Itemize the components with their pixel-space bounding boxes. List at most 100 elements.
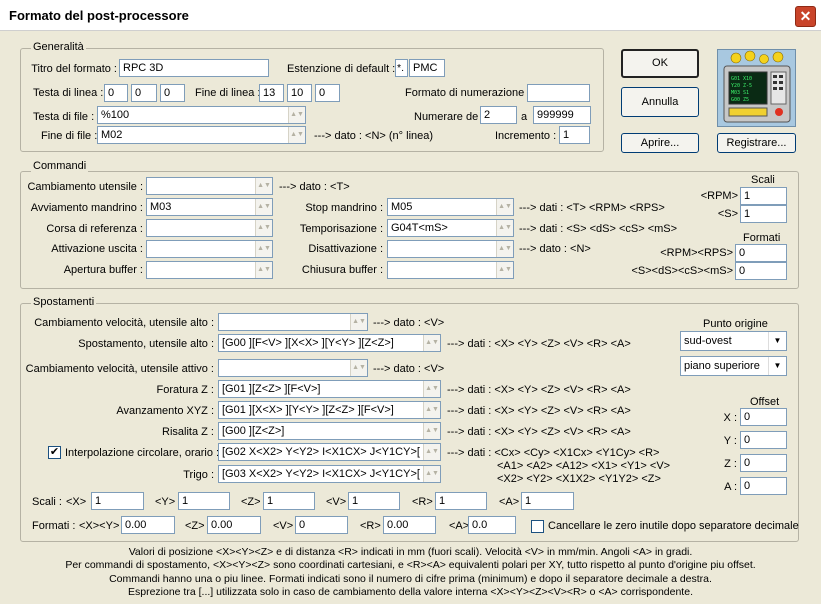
line-head-3[interactable]: 0 [160,84,185,102]
line-end-1[interactable]: 13 [259,84,284,102]
number-to-label: a [521,111,528,123]
format-xy-label: <X><Y> [79,520,120,532]
format-xy-input[interactable]: 0.00 [121,516,175,534]
out-on-label: Attivazione uscita : [51,243,143,255]
circular-interp-checkbox[interactable]: ✔ [48,446,61,459]
dropdown-arrow-icon[interactable]: ▲▼ [496,262,513,278]
plane-select[interactable]: piano superiore ▼ [680,356,787,376]
line-end-2[interactable]: 10 [287,84,312,102]
dropdown-arrow-icon[interactable]: ▲▼ [255,241,272,257]
cancel-zero-checkbox[interactable] [531,520,544,533]
scale-r-input[interactable]: 1 [435,492,487,510]
spindle-start-input[interactable]: M03 ▲▼ [146,198,273,216]
scale-a-input[interactable]: 1 [521,492,574,510]
line-head-1[interactable]: 0 [104,84,128,102]
dropdown-arrow-icon[interactable]: ▲▼ [423,402,440,418]
advance-hint: ---> dati : <X> <Y> <Z> <V> <R> <A> [447,405,631,417]
buffer-close-input[interactable]: ▲▼ [387,261,514,279]
out-off-input[interactable]: ▲▼ [387,240,514,258]
sds-format-label: <S><dS><cS><mS> [631,265,733,277]
scale-y-input[interactable]: 1 [178,492,230,510]
numbering-input[interactable] [527,84,590,102]
move-high-input[interactable]: [G00 ][F<V> ][X<X> ][Y<Y> ][Z<Z>] ▲▼ [218,334,441,352]
dropdown-arrow-icon[interactable]: ▲▼ [496,199,513,215]
format-r-input[interactable]: 0.00 [383,516,436,534]
spindle-hint: ---> dati : <T> <RPM> <RPS> [519,202,665,214]
line-head-2[interactable]: 0 [131,84,157,102]
dropdown-arrow-icon[interactable]: ▲▼ [255,262,272,278]
dropdown-arrow-icon[interactable]: ▲▼ [288,107,305,123]
dropdown-arrow-icon[interactable]: ▲▼ [255,199,272,215]
offset-z-label: Z : [724,458,737,470]
rpm-scale-input[interactable]: 1 [740,187,787,205]
scale-v-label: <V> [326,496,347,508]
format-title-input[interactable]: RPC 3D [119,59,269,77]
increment-input[interactable]: 1 [559,126,590,144]
dropdown-arrow-icon[interactable]: ▲▼ [423,466,440,482]
line-end-3[interactable]: 0 [315,84,340,102]
open-button[interactable]: Aprire... [621,133,699,153]
rise-hint: ---> dati : <X> <Y> <Z> <V> <R> <A> [447,426,631,438]
rpm-scale-label: <RPM> [700,190,738,202]
s-scale-label: <S> [717,208,738,220]
ref-input[interactable]: ▲▼ [146,219,273,237]
format-a-input[interactable]: 0.0 [468,516,516,534]
sds-format-input[interactable]: 0 [735,262,787,280]
circular-hint-3: <X2> <Y2> <X1X2> <Y1Y2> <Z> [497,473,661,485]
dropdown-arrow-icon[interactable]: ▲▼ [350,314,367,330]
file-end-input[interactable]: M02 ▲▼ [97,126,306,144]
dropdown-arrow-icon[interactable]: ▲▼ [423,381,440,397]
offset-a-input[interactable]: 0 [740,477,787,495]
rpmrps-format-label: <RPM><RPS> [660,247,733,259]
speed-high-input[interactable]: ▲▼ [218,313,368,331]
rpmrps-format-input[interactable]: 0 [735,244,787,262]
file-end-hint: ---> dato : <N> (n° linea) [314,130,434,142]
dropdown-arrow-icon[interactable]: ▲▼ [423,423,440,439]
default-ext-label: Estenzione di default : [287,63,396,75]
buffer-open-input[interactable]: ▲▼ [146,261,273,279]
dropdown-arrow-icon[interactable]: ▲▼ [423,444,440,460]
offset-z-input[interactable]: 0 [740,454,787,472]
dropdown-arrow-icon[interactable]: ▲▼ [288,127,305,143]
dropdown-arrow-icon[interactable]: ▲▼ [496,220,513,236]
format-v-input[interactable]: 0 [295,516,348,534]
number-to-input[interactable]: 999999 [533,106,591,124]
general-legend: Generalità [31,41,86,53]
timing-input[interactable]: G04T<mS> ▲▼ [387,219,514,237]
advance-input[interactable]: [G01 ][X<X> ][Y<Y> ][Z<Z> ][F<V>] ▲▼ [218,401,441,419]
timing-hint: ---> dati : <S> <dS> <cS> <mS> [519,223,678,235]
origin-select[interactable]: sud-ovest ▼ [680,331,787,351]
circular-interp-input[interactable]: [G02 X<X2> Y<Y2> I<X1CX> J<Y1CY>[ F<V ▲▼ [218,443,441,461]
scale-v-input[interactable]: 1 [348,492,400,510]
dropdown-arrow-icon[interactable]: ▲▼ [350,360,367,376]
circular-interp-label: Interpolazione circolare, orario : [65,447,220,459]
speed-active-input[interactable]: ▲▼ [218,359,368,377]
drill-input[interactable]: [G01 ][Z<Z> ][F<V>] ▲▼ [218,380,441,398]
chevron-down-icon[interactable]: ▼ [768,332,786,350]
format-z-input[interactable]: 0.00 [207,516,261,534]
close-icon[interactable]: ✕ [795,6,816,27]
ok-button[interactable]: OK [621,49,699,78]
offset-x-input[interactable]: 0 [740,408,787,426]
rise-input[interactable]: [G00 ][Z<Z>] ▲▼ [218,422,441,440]
footer-line: Commandi hanno una o piu linee. Formati … [109,572,712,585]
trig-input[interactable]: [G03 X<X2> Y<Y2> I<X1CX> J<Y1CY>[ F<V ▲▼ [218,465,441,483]
file-head-input[interactable]: %100 ▲▼ [97,106,306,124]
file-end-label: Fine di file : [41,130,98,142]
chevron-down-icon[interactable]: ▼ [768,357,786,375]
offset-y-input[interactable]: 0 [740,431,787,449]
save-button[interactable]: Registrare... [717,133,796,153]
cancel-button[interactable]: Annulla [621,87,699,117]
scale-z-input[interactable]: 1 [263,492,315,510]
dropdown-arrow-icon[interactable]: ▲▼ [255,220,272,236]
dropdown-arrow-icon[interactable]: ▲▼ [423,335,440,351]
number-from-input[interactable]: 2 [480,106,517,124]
spindle-stop-input[interactable]: M05 ▲▼ [387,198,514,216]
s-scale-input[interactable]: 1 [740,205,787,223]
tool-change-input[interactable]: ▲▼ [146,177,273,195]
dropdown-arrow-icon[interactable]: ▲▼ [496,241,513,257]
out-on-input[interactable]: ▲▼ [146,240,273,258]
dropdown-arrow-icon[interactable]: ▲▼ [255,178,272,194]
scale-x-input[interactable]: 1 [91,492,144,510]
default-ext-input[interactable]: PMC [409,59,445,77]
